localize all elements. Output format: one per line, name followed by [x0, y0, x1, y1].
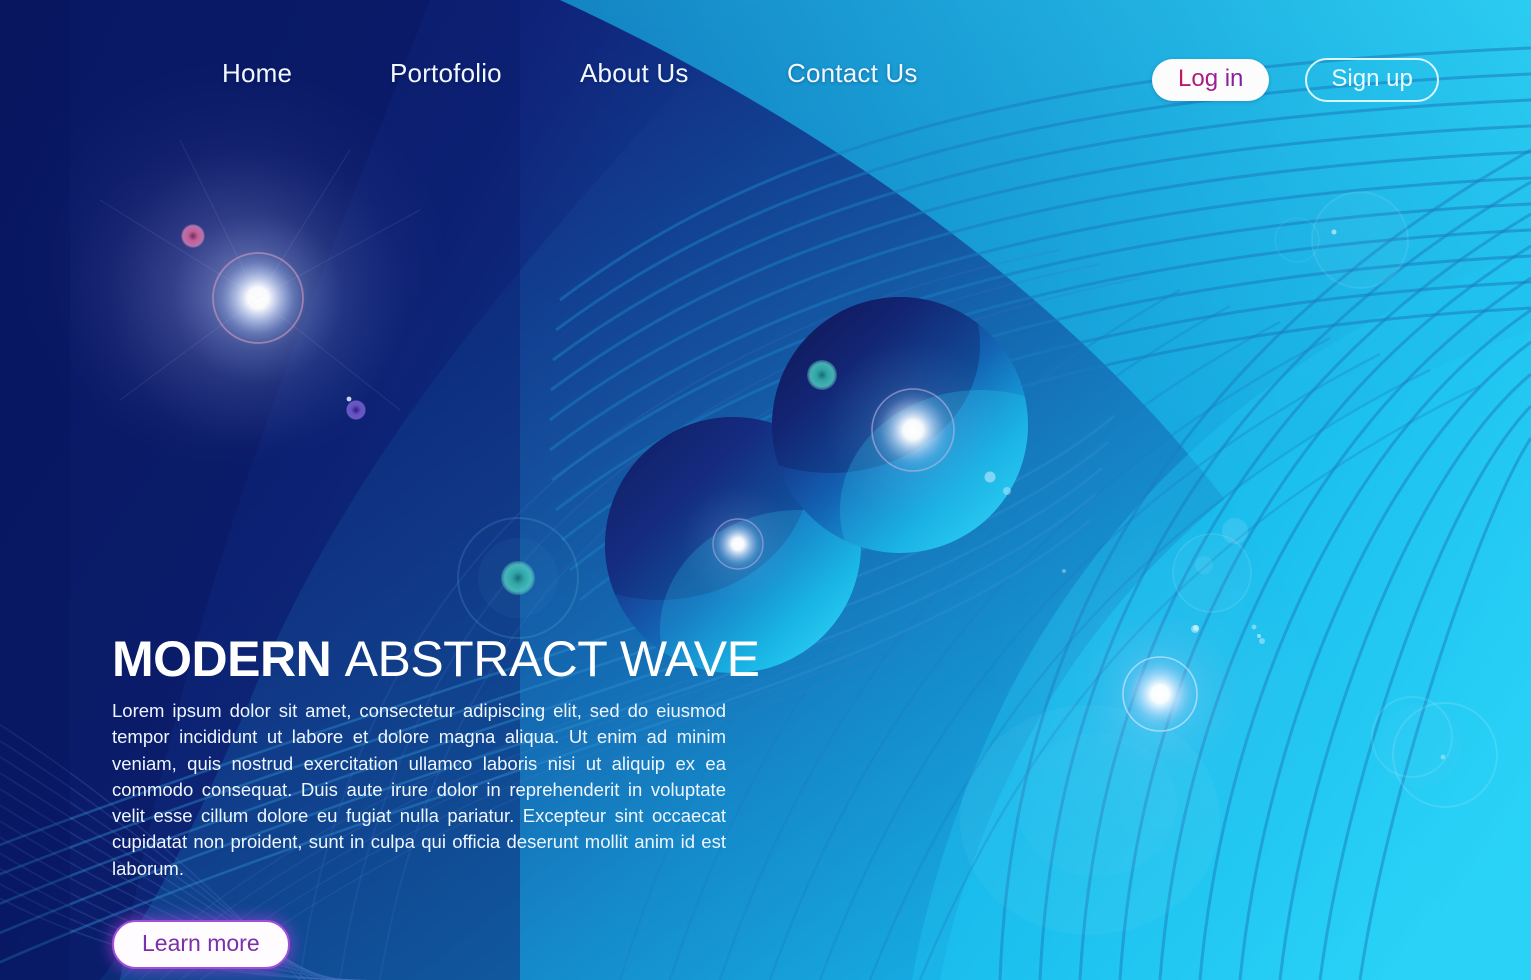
landing-page-hero: Home Portofolio About Us Contact Us Log …	[0, 0, 1531, 980]
hero-paragraph: Lorem ipsum dolor sit amet, consectetur …	[112, 700, 726, 879]
nav-link-home[interactable]: Home	[222, 58, 390, 89]
accent-dot-purple	[346, 400, 366, 420]
login-button[interactable]: Log in	[1152, 59, 1270, 102]
lens-flare-sphere-upper	[823, 340, 1003, 520]
nav-link-contact-us[interactable]: Contact Us	[787, 58, 967, 89]
page-title-bold: MODERN	[112, 631, 332, 687]
hero-content: MODERN ABSTRACT WAVE Lorem ipsum dolor s…	[112, 631, 760, 970]
page-title-light: ABSTRACT WAVE	[344, 631, 760, 687]
login-button-label: Log in	[1178, 65, 1244, 92]
nav-link-portofolio[interactable]: Portofolio	[390, 58, 580, 89]
learn-more-button[interactable]: Learn more	[112, 919, 290, 970]
nav-links-group: Home Portofolio About Us Contact Us	[222, 58, 967, 89]
accent-dot-teal-sphere	[807, 360, 837, 390]
lens-flare-sphere-lower	[680, 486, 796, 602]
page-title: MODERN ABSTRACT WAVE	[112, 631, 760, 687]
nav-link-about-us[interactable]: About Us	[580, 58, 787, 89]
nav-actions-group: Log in Sign up	[1152, 58, 1439, 103]
signup-button[interactable]: Sign up	[1305, 58, 1439, 103]
accent-dot-pink	[181, 224, 205, 248]
